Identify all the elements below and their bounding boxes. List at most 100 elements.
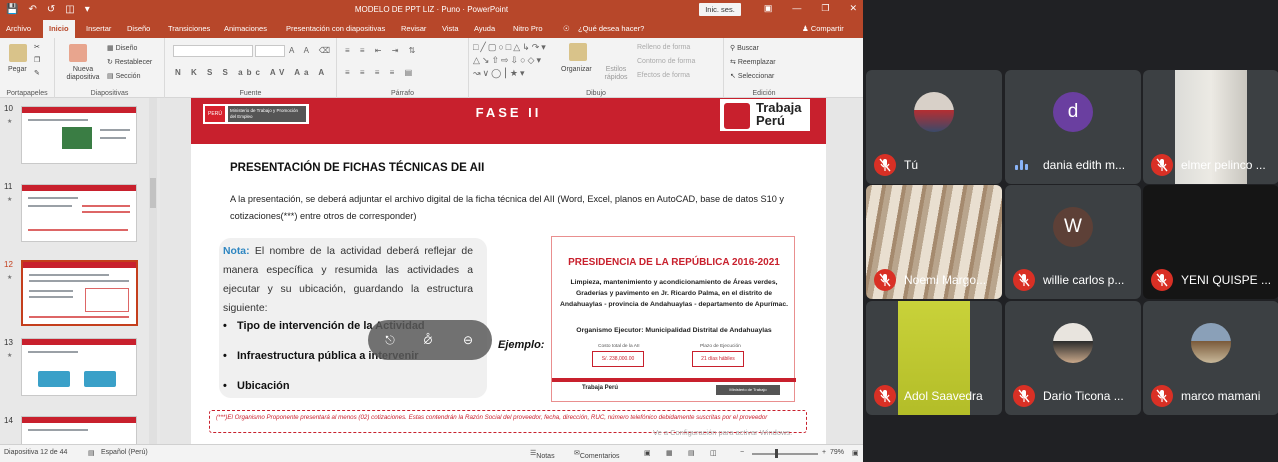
shapes-gallery-row3[interactable]: ↝∨◯⎮★▾ (473, 68, 526, 79)
zoom-slider[interactable] (752, 453, 818, 455)
minimize-icon[interactable]: — (792, 3, 801, 14)
sign-in-button[interactable]: Inic. ses. (699, 3, 741, 16)
group-label-font: Fuente (239, 90, 262, 97)
minus-circle-icon[interactable]: ⊖ (458, 330, 478, 350)
section-button[interactable]: ▤ Sección (107, 72, 140, 80)
mic-off-icon[interactable]: ⦲ (418, 330, 438, 350)
participant-tile-yeni-quispe[interactable]: YENI QUISPE ... (1143, 185, 1278, 299)
slide-thumbnail-11[interactable] (21, 184, 137, 242)
shapes-gallery[interactable]: □╱▢○□△↳↷▾ (473, 42, 548, 53)
replace-label: Reemplazar (737, 59, 776, 66)
tab-animaciones[interactable]: Animaciones (224, 24, 267, 33)
font-format-buttons[interactable]: N K S S abc AV Aa A (175, 68, 328, 77)
note-label: Nota: (223, 246, 250, 257)
tab-insertar[interactable]: Insertar (86, 24, 111, 33)
align-buttons[interactable]: ≡ ≡ ≡ ≡ ▤ (345, 68, 416, 77)
select-button[interactable]: ↖ Seleccionar (730, 72, 774, 80)
new-slide-button[interactable]: Nueva diapositiva (63, 66, 103, 82)
find-button[interactable]: ⚲ Buscar (730, 44, 759, 52)
fit-slide-icon[interactable]: ▣ (852, 449, 859, 457)
zoom-slider-knob[interactable] (775, 449, 778, 458)
tab-nitro[interactable]: Nitro Pro (513, 24, 543, 33)
zoom-out-icon[interactable]: − (740, 449, 744, 456)
maximize-icon[interactable]: ❐ (821, 3, 829, 14)
participant-tile-dario-ticona[interactable]: Dario Ticona ... (1005, 301, 1141, 415)
quick-styles-button[interactable]: Estilos rápidos (599, 66, 633, 82)
find-label: Buscar (737, 45, 759, 52)
font-size-controls[interactable]: A A ⌫ (289, 46, 334, 55)
group-slides: Nueva diapositiva ▦ Diseño ↻ Restablecer… (55, 38, 165, 98)
arrange-button[interactable]: Organizar (561, 66, 592, 73)
transition-star-icon: ★ (7, 197, 13, 203)
mic-muted-icon (1151, 154, 1173, 176)
slide-thumbnail-13[interactable] (21, 338, 137, 396)
thumbnail-line (82, 205, 130, 207)
new-slide-icon (69, 44, 87, 62)
font-name-select[interactable] (173, 45, 253, 57)
normal-view-icon[interactable]: ▣ (644, 449, 651, 457)
reset-button[interactable]: ↻ Restablecer (107, 58, 152, 66)
thumbnails-scrollbar[interactable] (149, 98, 157, 444)
slide-editing-area: FASE II PERÚ Ministerio de Trabajo y Pro… (160, 98, 863, 444)
zoom-in-icon[interactable]: + (822, 449, 826, 456)
example-ministry: Ministerio de Trabajo (716, 385, 780, 395)
slide-thumbnails-panel: 10 ★ 11 ★ 12 ★ 13 ★ 14 (0, 98, 160, 444)
close-icon[interactable]: ✕ (849, 3, 857, 14)
layout-button[interactable]: ▦ Diseño (107, 44, 137, 52)
shape-effects-button[interactable]: Efectos de forma (637, 72, 690, 79)
participant-tile-t[interactable]: Tú (866, 70, 1002, 184)
ribbon-display-icon[interactable]: ▣ (764, 3, 773, 14)
comments-button[interactable]: ✉ Comentarios (574, 449, 620, 460)
paste-button[interactable]: Pegar (8, 66, 27, 73)
notes-button[interactable]: ☰ Notas (530, 449, 555, 460)
tab-diseno[interactable]: Diseño (127, 24, 150, 33)
language-indicator[interactable]: Español (Perú) (101, 449, 148, 456)
cut-icon[interactable]: ✂ (34, 43, 40, 51)
mic-muted-icon (1151, 269, 1173, 291)
tab-transiciones[interactable]: Transiciones (168, 24, 210, 33)
tab-inicio[interactable]: Inicio (43, 20, 75, 38)
thumbnail-line (29, 316, 129, 318)
sorter-view-icon[interactable]: ▦ (666, 449, 673, 457)
term-label: Plazo de Ejecución (700, 344, 741, 349)
tab-vista[interactable]: Vista (442, 24, 459, 33)
participant-tile-marco-mamani[interactable]: marco mamani (1143, 301, 1278, 415)
proofing-icon[interactable]: ▤ (88, 449, 95, 457)
thumbnail-number: 11 (4, 182, 13, 191)
slide-thumbnail-12[interactable] (21, 260, 138, 326)
title-bar: 💾 ↶ ↺ ◫ ▾ MODELO DE PPT LIZ · Puno · Pow… (0, 0, 863, 20)
shapes-gallery-row2[interactable]: △↘⇧⇨⇩○◇▾ (473, 55, 543, 66)
reading-view-icon[interactable]: ▤ (688, 449, 695, 457)
slideshow-view-icon[interactable]: ◫ (710, 449, 717, 457)
thumbnail-number: 14 (4, 416, 13, 425)
thumbnail-header (22, 107, 136, 113)
transition-star-icon: ★ (7, 275, 13, 281)
participant-tile-willie-carlos-p[interactable]: Wwillie carlos p... (1005, 185, 1141, 299)
tell-me-search[interactable]: ¿Qué desea hacer? (578, 24, 644, 33)
thumbnail-line (28, 205, 72, 207)
participant-tile-elmer-pelinco[interactable]: elmer pelinco ... (1143, 70, 1278, 184)
participant-tile-noemi-margo[interactable]: Noemi Margo... (866, 185, 1002, 299)
share-button[interactable]: ♟ Compartir (802, 24, 844, 33)
scrollbar-thumb[interactable] (150, 178, 156, 208)
shape-outline-button[interactable]: Contorno de forma (637, 58, 695, 65)
list-buttons[interactable]: ≡ ≡ ⇤ ⇥ ⇅ (345, 46, 419, 55)
zoom-level[interactable]: 79% (830, 449, 844, 456)
tab-ayuda[interactable]: Ayuda (474, 24, 495, 33)
tab-presentacion[interactable]: Presentación con diapositivas (286, 24, 385, 33)
shape-fill-button[interactable]: Relleno de forma (637, 44, 690, 51)
copy-icon[interactable]: ❐ (34, 56, 40, 64)
participant-tile-adol-saavedra[interactable]: Adol Saavedra (866, 301, 1002, 415)
participant-tile-dania-edith-m[interactable]: d dania edith m... (1005, 70, 1141, 184)
format-painter-icon[interactable]: ✎ (34, 69, 40, 77)
replace-button[interactable]: ⇆ Reemplazar (730, 58, 776, 66)
slide-thumbnail-14[interactable] (21, 416, 137, 444)
slide-thumbnail-10[interactable] (21, 106, 137, 164)
font-size-select[interactable] (255, 45, 285, 57)
tab-revisar[interactable]: Revisar (401, 24, 426, 33)
current-slide[interactable]: FASE II PERÚ Ministerio de Trabajo y Pro… (191, 98, 826, 444)
window-controls: ▣ — ❐ ✕ (764, 3, 857, 14)
pin-icon[interactable]: ⎋ (380, 330, 400, 350)
tab-archivo[interactable]: Archivo (6, 24, 31, 33)
ministry-name: Ministerio de Trabajo y Promoción del Em… (228, 106, 306, 122)
